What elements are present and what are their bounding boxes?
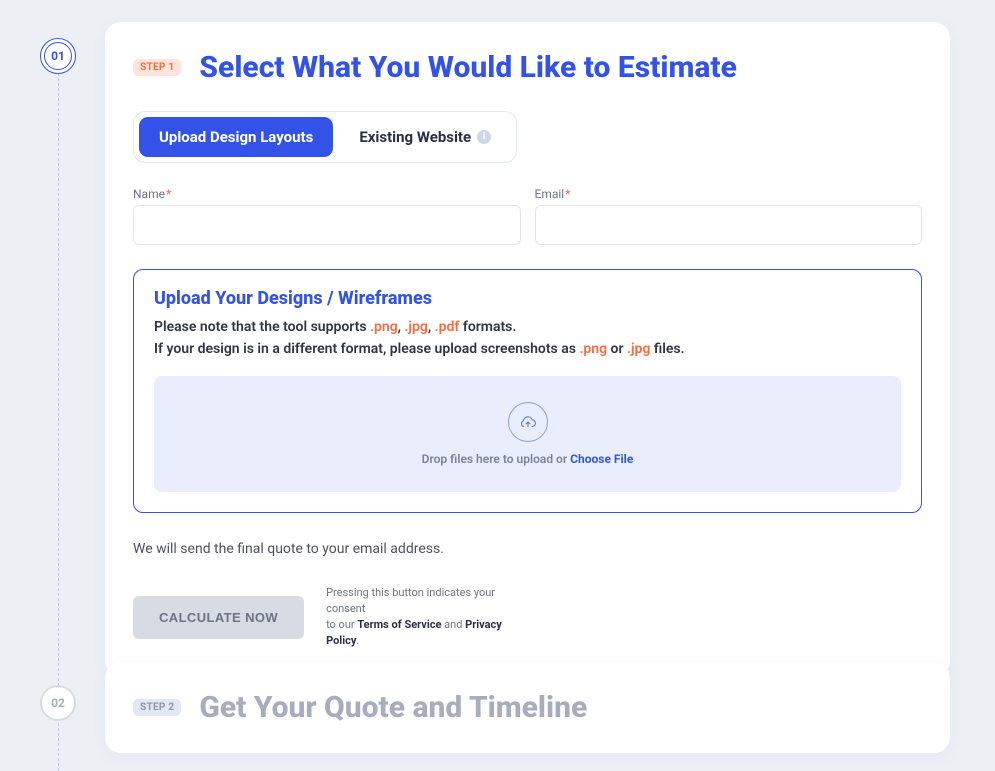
step-1-marker-inner: 01	[44, 42, 72, 70]
cloud-upload-icon	[519, 413, 537, 431]
tab-existing-website[interactable]: Existing Website i	[339, 117, 511, 157]
drop-prefix: Drop files here to upload or	[422, 452, 570, 466]
sep2: ,	[428, 319, 435, 335]
consent-line1: Pressing this button indicates your cons…	[326, 586, 495, 615]
step-2-number: 02	[51, 696, 65, 710]
calculate-now-button[interactable]: CALCULATE NOW	[133, 596, 304, 639]
ext-jpg: .jpg	[404, 319, 427, 335]
line2-suffix: files.	[650, 341, 684, 357]
consent-dot: .	[356, 634, 359, 647]
step-2-badge: STEP 2	[133, 699, 181, 716]
file-dropzone[interactable]: Drop files here to upload or Choose File	[154, 376, 901, 492]
ext-jpg-2: .jpg	[627, 341, 650, 357]
consent-text: Pressing this button indicates your cons…	[326, 585, 536, 649]
consent-prefix: to our	[326, 618, 357, 631]
consent-and: and	[441, 618, 465, 631]
line2-prefix: If your design is in a different format,…	[154, 341, 579, 357]
estimate-type-tabs: Upload Design Layouts Existing Website i	[133, 111, 517, 163]
upload-cloud-icon	[508, 402, 548, 442]
tos-link[interactable]: Terms of Service	[357, 618, 441, 631]
email-input[interactable]	[535, 205, 923, 245]
step-1-header: STEP 1 Select What You Would Like to Est…	[133, 50, 922, 85]
step-1-card: STEP 1 Select What You Would Like to Est…	[105, 22, 950, 677]
name-label-text: Name	[133, 187, 165, 201]
line2-or: or	[607, 341, 627, 357]
ext-png-2: .png	[579, 341, 607, 357]
email-label-text: Email	[535, 187, 565, 201]
upload-panel-title: Upload Your Designs / Wireframes	[154, 288, 901, 309]
dropzone-text: Drop files here to upload or Choose File	[164, 452, 891, 466]
upload-panel: Upload Your Designs / Wireframes Please …	[133, 269, 922, 513]
step-1-marker: 01	[40, 38, 76, 74]
step-1-title: Select What You Would Like to Estimate	[199, 50, 736, 85]
email-label: Email*	[535, 187, 923, 201]
note-suffix: formats.	[459, 319, 516, 335]
contact-form-row: Name* Email*	[133, 187, 922, 245]
required-asterisk: *	[565, 187, 570, 201]
name-label: Name*	[133, 187, 521, 201]
ext-png: .png	[370, 319, 398, 335]
ext-pdf: .pdf	[435, 319, 460, 335]
name-field-wrapper: Name*	[133, 187, 521, 245]
email-field-wrapper: Email*	[535, 187, 923, 245]
note-prefix: Please note that the tool supports	[154, 319, 370, 335]
step-1-badge: STEP 1	[133, 59, 181, 76]
step-2-title: Get Your Quote and Timeline	[199, 690, 587, 725]
tab-upload-label: Upload Design Layouts	[159, 128, 313, 146]
final-quote-note: We will send the final quote to your ema…	[133, 541, 922, 557]
step-2-header: STEP 2 Get Your Quote and Timeline	[133, 690, 922, 725]
step-2-marker: 02	[40, 685, 76, 721]
upload-panel-note: Please note that the tool supports .png,…	[154, 317, 901, 360]
tab-existing-label: Existing Website	[359, 128, 471, 146]
required-asterisk: *	[166, 187, 171, 201]
timeline-line	[58, 38, 59, 771]
step-1-number: 01	[51, 49, 65, 63]
info-icon[interactable]: i	[477, 130, 491, 144]
name-input[interactable]	[133, 205, 521, 245]
step-2-card: STEP 2 Get Your Quote and Timeline	[105, 662, 950, 753]
action-row: CALCULATE NOW Pressing this button indic…	[133, 585, 922, 649]
tab-upload-design[interactable]: Upload Design Layouts	[139, 117, 333, 157]
choose-file-link[interactable]: Choose File	[570, 452, 633, 466]
